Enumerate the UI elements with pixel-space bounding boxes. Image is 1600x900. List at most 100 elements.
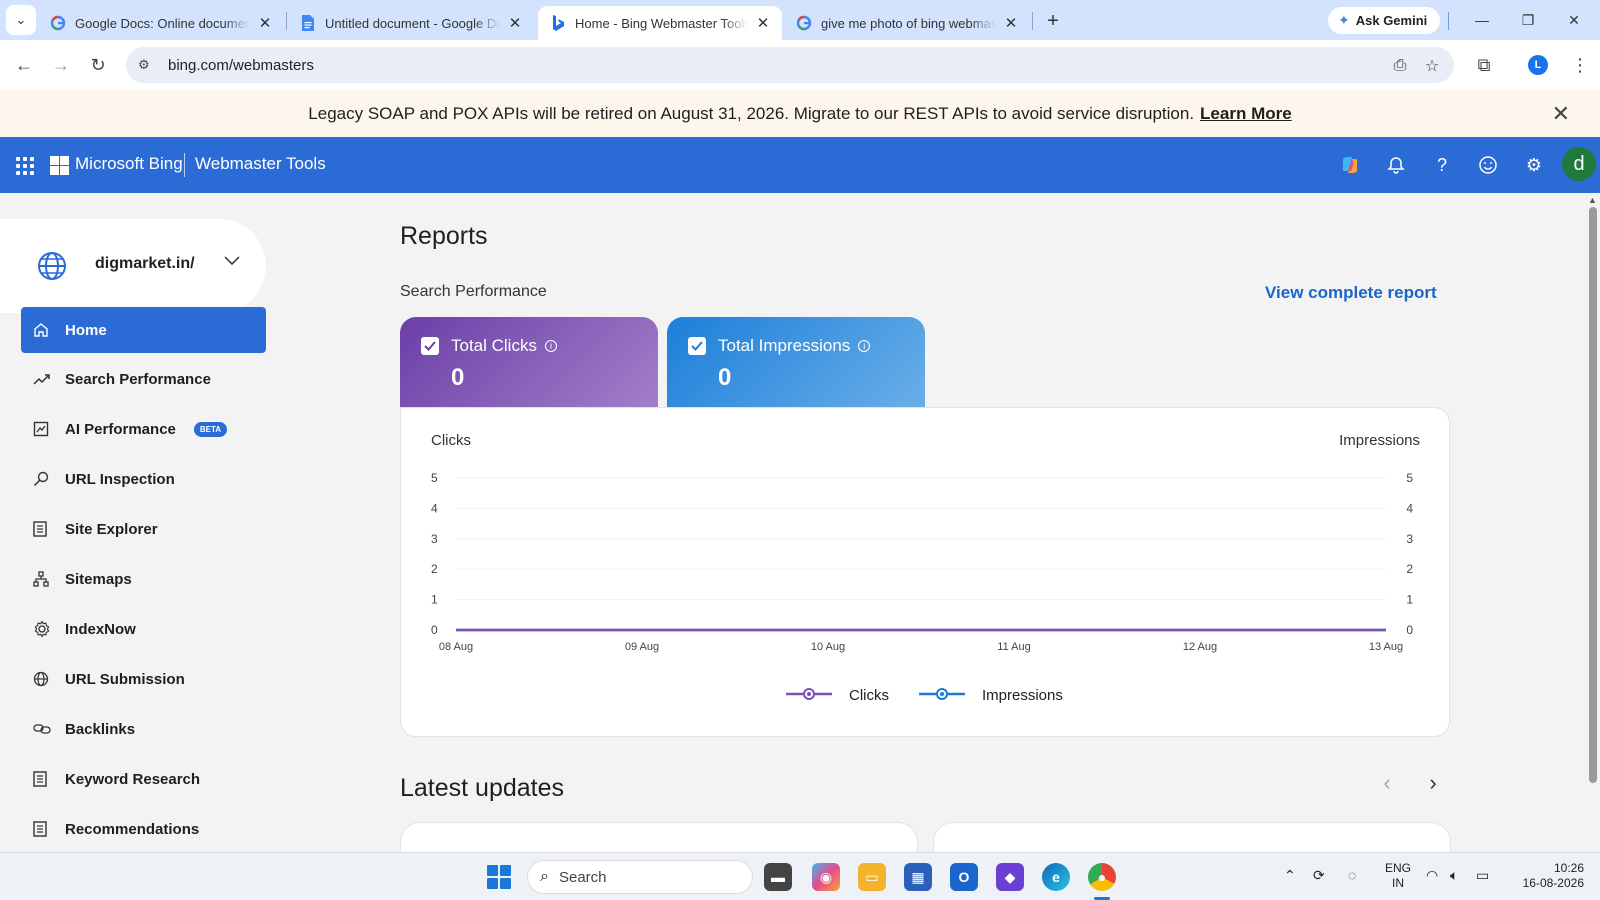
info-icon[interactable]: i bbox=[544, 340, 557, 352]
browser-tab-google-search[interactable]: give me photo of bing webmaster ✕ bbox=[784, 6, 1030, 40]
browser-menu-button[interactable]: ⋮ bbox=[1568, 53, 1592, 77]
sidebar-item-url-inspection[interactable]: URL Inspection bbox=[21, 456, 266, 502]
notifications-bell-icon[interactable] bbox=[1384, 153, 1408, 177]
close-icon[interactable]: ✕ bbox=[1002, 14, 1020, 32]
help-icon[interactable]: ? bbox=[1430, 153, 1454, 177]
copilot-icon[interactable] bbox=[1338, 153, 1362, 177]
y2-tick-label: 0 bbox=[1406, 623, 1413, 637]
sidebar-item-indexnow[interactable]: IndexNow bbox=[21, 606, 266, 652]
browser-tab-untitled-document[interactable]: Untitled document - Google Docs ✕ bbox=[288, 6, 534, 40]
legend-label: Impressions bbox=[982, 687, 1063, 704]
app-header: Microsoft Bing Webmaster Tools ? ⚙ d bbox=[0, 137, 1600, 193]
link-icon bbox=[21, 723, 65, 735]
battery-icon[interactable]: ▭ bbox=[1476, 867, 1489, 884]
view-complete-report-link[interactable]: View complete report bbox=[1265, 283, 1437, 303]
restore-button[interactable]: ❐ bbox=[1506, 8, 1550, 32]
app-launcher-icon[interactable] bbox=[16, 157, 34, 175]
y2-tick-label: 3 bbox=[1406, 532, 1413, 546]
sidebar-item-keyword-research[interactable]: Keyword Research bbox=[21, 756, 266, 802]
page-scrollbar[interactable]: ▲ bbox=[1586, 193, 1600, 851]
scroll-up-icon[interactable]: ▲ bbox=[1588, 195, 1597, 205]
taskbar-search-placeholder: Search bbox=[558, 868, 607, 886]
chevron-right-icon: › bbox=[1429, 770, 1437, 795]
chevron-up-icon[interactable]: ⌃ bbox=[1284, 867, 1296, 884]
globe-icon bbox=[38, 252, 66, 280]
forward-button[interactable]: → bbox=[49, 53, 73, 77]
tab-divider bbox=[1448, 12, 1449, 30]
settings-gear-icon[interactable]: ⚙ bbox=[1522, 153, 1546, 177]
update-card[interactable] bbox=[933, 822, 1451, 852]
site-info-icon[interactable]: ⚙ bbox=[138, 57, 158, 73]
trend-icon bbox=[21, 372, 65, 386]
microsoft-store-icon[interactable]: ▦ bbox=[904, 863, 932, 891]
site-selector[interactable]: digmarket.in/ bbox=[0, 219, 266, 313]
sidebar-item-site-explorer[interactable]: Site Explorer bbox=[21, 506, 266, 552]
close-icon[interactable]: ✕ bbox=[256, 14, 274, 32]
new-tab-button[interactable]: + bbox=[1040, 8, 1066, 34]
sidebar-item-search-performance[interactable]: Search Performance bbox=[21, 356, 266, 402]
copilot-app-icon[interactable]: ◉ bbox=[812, 863, 840, 891]
address-bar[interactable]: ⚙ ⎙ ☆ bbox=[126, 47, 1454, 83]
sidebar-item-sitemaps[interactable]: Sitemaps bbox=[21, 556, 266, 602]
y-tick-label: 0 bbox=[431, 623, 438, 637]
task-view-icon[interactable]: ▬ bbox=[764, 863, 792, 891]
windows-start-icon[interactable] bbox=[487, 865, 511, 889]
back-button[interactable]: ← bbox=[12, 53, 36, 77]
window-close-button[interactable]: ✕ bbox=[1552, 8, 1596, 32]
brand-name[interactable]: Microsoft Bing bbox=[75, 154, 183, 174]
tab-search-button[interactable]: ⌄ bbox=[6, 5, 36, 35]
reload-button[interactable]: ↻ bbox=[86, 53, 110, 77]
sidebar-item-recommendations[interactable]: Recommendations bbox=[21, 806, 266, 852]
tab-title: Google Docs: Online document bbox=[75, 15, 250, 31]
latest-updates-title: Latest updates bbox=[400, 774, 565, 802]
feedback-smiley-icon[interactable] bbox=[1476, 153, 1500, 177]
close-icon[interactable]: ✕ bbox=[1552, 101, 1570, 127]
checkbox-checked-icon[interactable] bbox=[688, 337, 706, 355]
google-icon bbox=[50, 15, 66, 31]
outlook-icon[interactable]: O bbox=[950, 863, 978, 891]
visual-studio-icon[interactable]: ◆ bbox=[996, 863, 1024, 891]
browser-tab-google-docs[interactable]: Google Docs: Online document ✕ bbox=[38, 6, 284, 40]
profile-avatar[interactable]: L bbox=[1528, 55, 1548, 75]
sidebar-item-label: Keyword Research bbox=[65, 770, 201, 788]
close-icon[interactable]: ✕ bbox=[506, 14, 524, 32]
volume-icon[interactable]: 🔈︎ bbox=[1450, 867, 1458, 884]
update-card[interactable] bbox=[400, 822, 918, 852]
language-code: ENG bbox=[1385, 861, 1412, 875]
user-avatar[interactable]: d bbox=[1562, 147, 1596, 181]
minimize-button[interactable]: — bbox=[1460, 8, 1504, 32]
checkbox-checked-icon[interactable] bbox=[421, 337, 439, 355]
chrome-browser-icon[interactable]: ● bbox=[1088, 863, 1116, 891]
url-input[interactable] bbox=[168, 56, 568, 74]
close-icon[interactable]: ✕ bbox=[754, 14, 772, 32]
chevron-down-icon: ⌄ bbox=[15, 12, 27, 27]
ask-gemini-button[interactable]: ✦ Ask Gemini bbox=[1328, 7, 1441, 34]
next-button[interactable]: › bbox=[1420, 770, 1446, 796]
product-name[interactable]: Webmaster Tools bbox=[195, 154, 326, 174]
sidebar-item-home[interactable]: Home bbox=[21, 307, 266, 353]
sidebar-item-url-submission[interactable]: URL Submission bbox=[21, 656, 266, 702]
previous-button[interactable]: ‹ bbox=[1374, 770, 1400, 796]
sidebar-item-ai-performance[interactable]: AI Performance BETA bbox=[21, 406, 266, 452]
language-indicator[interactable]: ENG IN bbox=[1385, 861, 1411, 891]
learn-more-link[interactable]: Learn More bbox=[1200, 104, 1292, 124]
system-clock[interactable]: 10:26 16-08-2026 bbox=[1514, 861, 1584, 891]
sidebar-item-label: Search Performance bbox=[65, 370, 211, 388]
file-explorer-icon[interactable]: ▭ bbox=[858, 863, 886, 891]
extensions-button[interactable]: ⧉ bbox=[1472, 53, 1496, 77]
edge-browser-icon[interactable]: e bbox=[1042, 863, 1070, 891]
sidebar-item-label: Backlinks bbox=[65, 720, 136, 738]
sidebar-item-backlinks[interactable]: Backlinks bbox=[21, 706, 266, 752]
taskbar-search[interactable]: ⌕ Search bbox=[527, 860, 753, 894]
metric-card-total-clicks[interactable]: Total Clicks i 0 bbox=[400, 317, 658, 407]
install-app-icon[interactable]: ⎙ bbox=[1390, 56, 1410, 76]
scrollbar-thumb[interactable] bbox=[1589, 207, 1597, 783]
bookmark-star-icon[interactable]: ☆ bbox=[1422, 56, 1442, 76]
y-tick-label: 5 bbox=[431, 471, 438, 485]
info-icon[interactable]: i bbox=[858, 340, 871, 352]
metric-card-total-impressions[interactable]: Total Impressions i 0 bbox=[667, 317, 925, 407]
browser-tab-bing-webmaster[interactable]: Home - Bing Webmaster Tools ✕ bbox=[538, 6, 782, 40]
sync-icon[interactable]: ⟳ bbox=[1313, 867, 1325, 884]
network-globe-icon[interactable]: ◌ bbox=[1348, 867, 1356, 883]
wifi-icon[interactable]: ◠ bbox=[1426, 867, 1438, 884]
